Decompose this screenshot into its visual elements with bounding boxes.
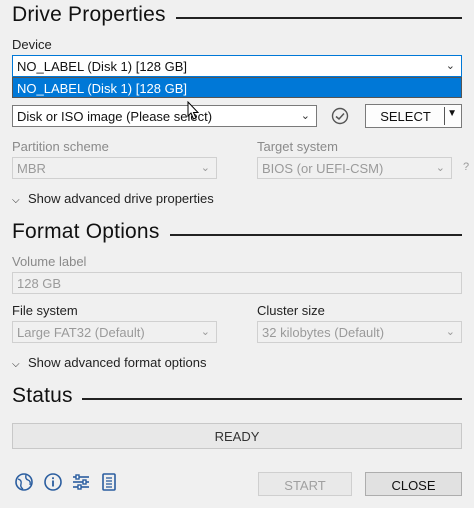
dropdown-arrow-icon[interactable]: ▼ [447,108,457,119]
status-bar: READY [12,423,462,449]
chevron-down-icon: ⌄ [200,162,210,174]
close-button-label: CLOSE [391,478,436,493]
select-button-label: SELECT [380,109,431,124]
chevron-down-icon: ⌄ [200,326,210,338]
start-button[interactable]: START [258,472,352,496]
info-icon[interactable] [43,472,63,492]
section-divider [170,234,462,236]
device-option[interactable]: NO_LABEL (Disk 1) [128 GB] [12,77,462,98]
status-text: READY [214,429,260,444]
file-system-dropdown[interactable]: Large FAT32 (Default) ⌄ [12,321,217,343]
device-dropdown[interactable]: NO_LABEL (Disk 1) [128 GB] ⌄ [12,55,462,77]
partition-scheme-value: MBR [17,161,46,176]
chevron-down-icon: ⌵ [12,195,20,206]
drive-properties-title: Drive Properties [12,3,166,26]
select-button[interactable]: SELECT ▼ [365,104,462,128]
advanced-format-label: Show advanced format options [28,355,207,370]
format-options-title: Format Options [12,220,160,243]
volume-label-input[interactable]: 128 GB [12,272,462,294]
section-divider [176,17,462,19]
chevron-down-icon: ⌵ [12,359,20,370]
device-option-label: NO_LABEL (Disk 1) [128 GB] [17,81,188,96]
file-system-label: File system [12,303,78,318]
chevron-down-icon: ⌄ [435,162,445,174]
target-system-dropdown[interactable]: BIOS (or UEFI-CSM) ⌄ [257,157,452,179]
check-circle-icon[interactable] [331,107,349,125]
chevron-down-icon[interactable]: ⌄ [446,59,455,72]
status-title: Status [12,384,73,407]
chevron-down-icon: ⌄ [445,326,455,338]
cluster-size-value: 32 kilobytes (Default) [262,325,385,340]
section-divider [82,398,462,400]
partition-scheme-dropdown[interactable]: MBR ⌄ [12,157,217,179]
cluster-size-label: Cluster size [257,303,325,318]
volume-label-value: 128 GB [17,276,62,291]
chevron-down-icon[interactable]: ⌄ [301,109,310,122]
help-icon[interactable]: ? [463,161,469,173]
boot-selection-value: Disk or ISO image (Please select) [17,109,213,124]
target-system-value: BIOS (or UEFI-CSM) [262,161,384,176]
split-divider [444,107,445,125]
advanced-drive-label: Show advanced drive properties [28,191,214,206]
partition-scheme-label: Partition scheme [12,139,109,154]
file-system-value: Large FAT32 (Default) [17,325,145,340]
boot-selection-dropdown[interactable]: Disk or ISO image (Please select) ⌄ [12,105,317,127]
cluster-size-dropdown[interactable]: 32 kilobytes (Default) ⌄ [257,321,462,343]
show-advanced-format-toggle[interactable]: ⌵ Show advanced format options [12,355,207,370]
show-advanced-drive-toggle[interactable]: ⌵ Show advanced drive properties [12,191,214,206]
start-button-label: START [284,478,326,493]
globe-icon[interactable] [14,472,34,492]
volume-label-label: Volume label [12,254,87,269]
settings-sliders-icon[interactable] [71,472,91,492]
device-value: NO_LABEL (Disk 1) [128 GB] [17,59,188,74]
cursor-icon [187,101,200,120]
close-button[interactable]: CLOSE [365,472,462,496]
device-label: Device [12,37,52,52]
log-icon[interactable] [99,472,119,492]
target-system-label: Target system [257,139,338,154]
